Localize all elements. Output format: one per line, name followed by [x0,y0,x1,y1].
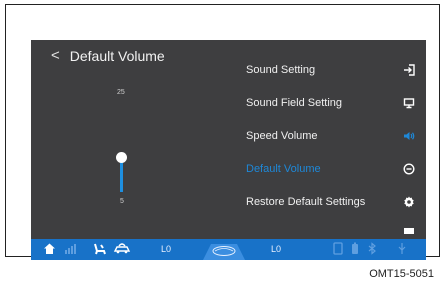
menu-item-partial [246,218,416,236]
right-temperature-level[interactable]: L0 [271,244,281,254]
brand-logo[interactable] [203,239,245,265]
menu-item-default-volume[interactable]: Default Volume [246,152,416,185]
settings-menu: Sound Setting Sound Field Setting Speed … [246,53,416,236]
speaker-icon [402,129,416,143]
slider-min-label: 5 [120,198,124,205]
head-unit-screen: < Default Volume 25 5 Sound Setting Soun… [31,40,426,260]
back-chevron-icon[interactable]: < [51,47,60,64]
gear-icon [402,195,416,209]
left-temperature-level[interactable]: L0 [161,244,171,254]
menu-item-label: Sound Field Setting [246,96,343,109]
minus-circle-icon [402,162,416,176]
phone-icon [333,242,343,260]
menu-item-label: Default Volume [246,162,321,175]
menu-item-restore-default-settings[interactable]: Restore Default Settings [246,185,416,218]
menu-item-sound-setting[interactable]: Sound Setting [246,53,416,86]
menu-item-speed-volume[interactable]: Speed Volume [246,119,416,152]
screen-header: < Default Volume [51,47,165,64]
seat-fan-icon[interactable] [93,242,107,260]
figure-code: OMT15-5051 [369,268,434,280]
slider-max-label: 25 [117,89,125,96]
menu-item-label: Sound Setting [246,63,316,76]
panel-icon [402,223,416,237]
monitor-icon [402,96,416,110]
home-icon[interactable] [43,242,56,260]
menu-item-label: Restore Default Settings [246,195,366,208]
menu-item-label: Speed Volume [246,129,318,142]
signal-icon [65,242,79,260]
car-recirculation-icon[interactable] [113,242,131,260]
enter-icon [402,63,416,77]
bluetooth-icon [367,242,377,260]
usb-icon [397,242,407,260]
volume-slider-thumb[interactable] [116,152,127,163]
menu-item-sound-field-setting[interactable]: Sound Field Setting [246,86,416,119]
status-bar: L0 L0 [31,239,426,260]
battery-icon [351,242,359,260]
page-title: Default Volume [69,47,165,64]
